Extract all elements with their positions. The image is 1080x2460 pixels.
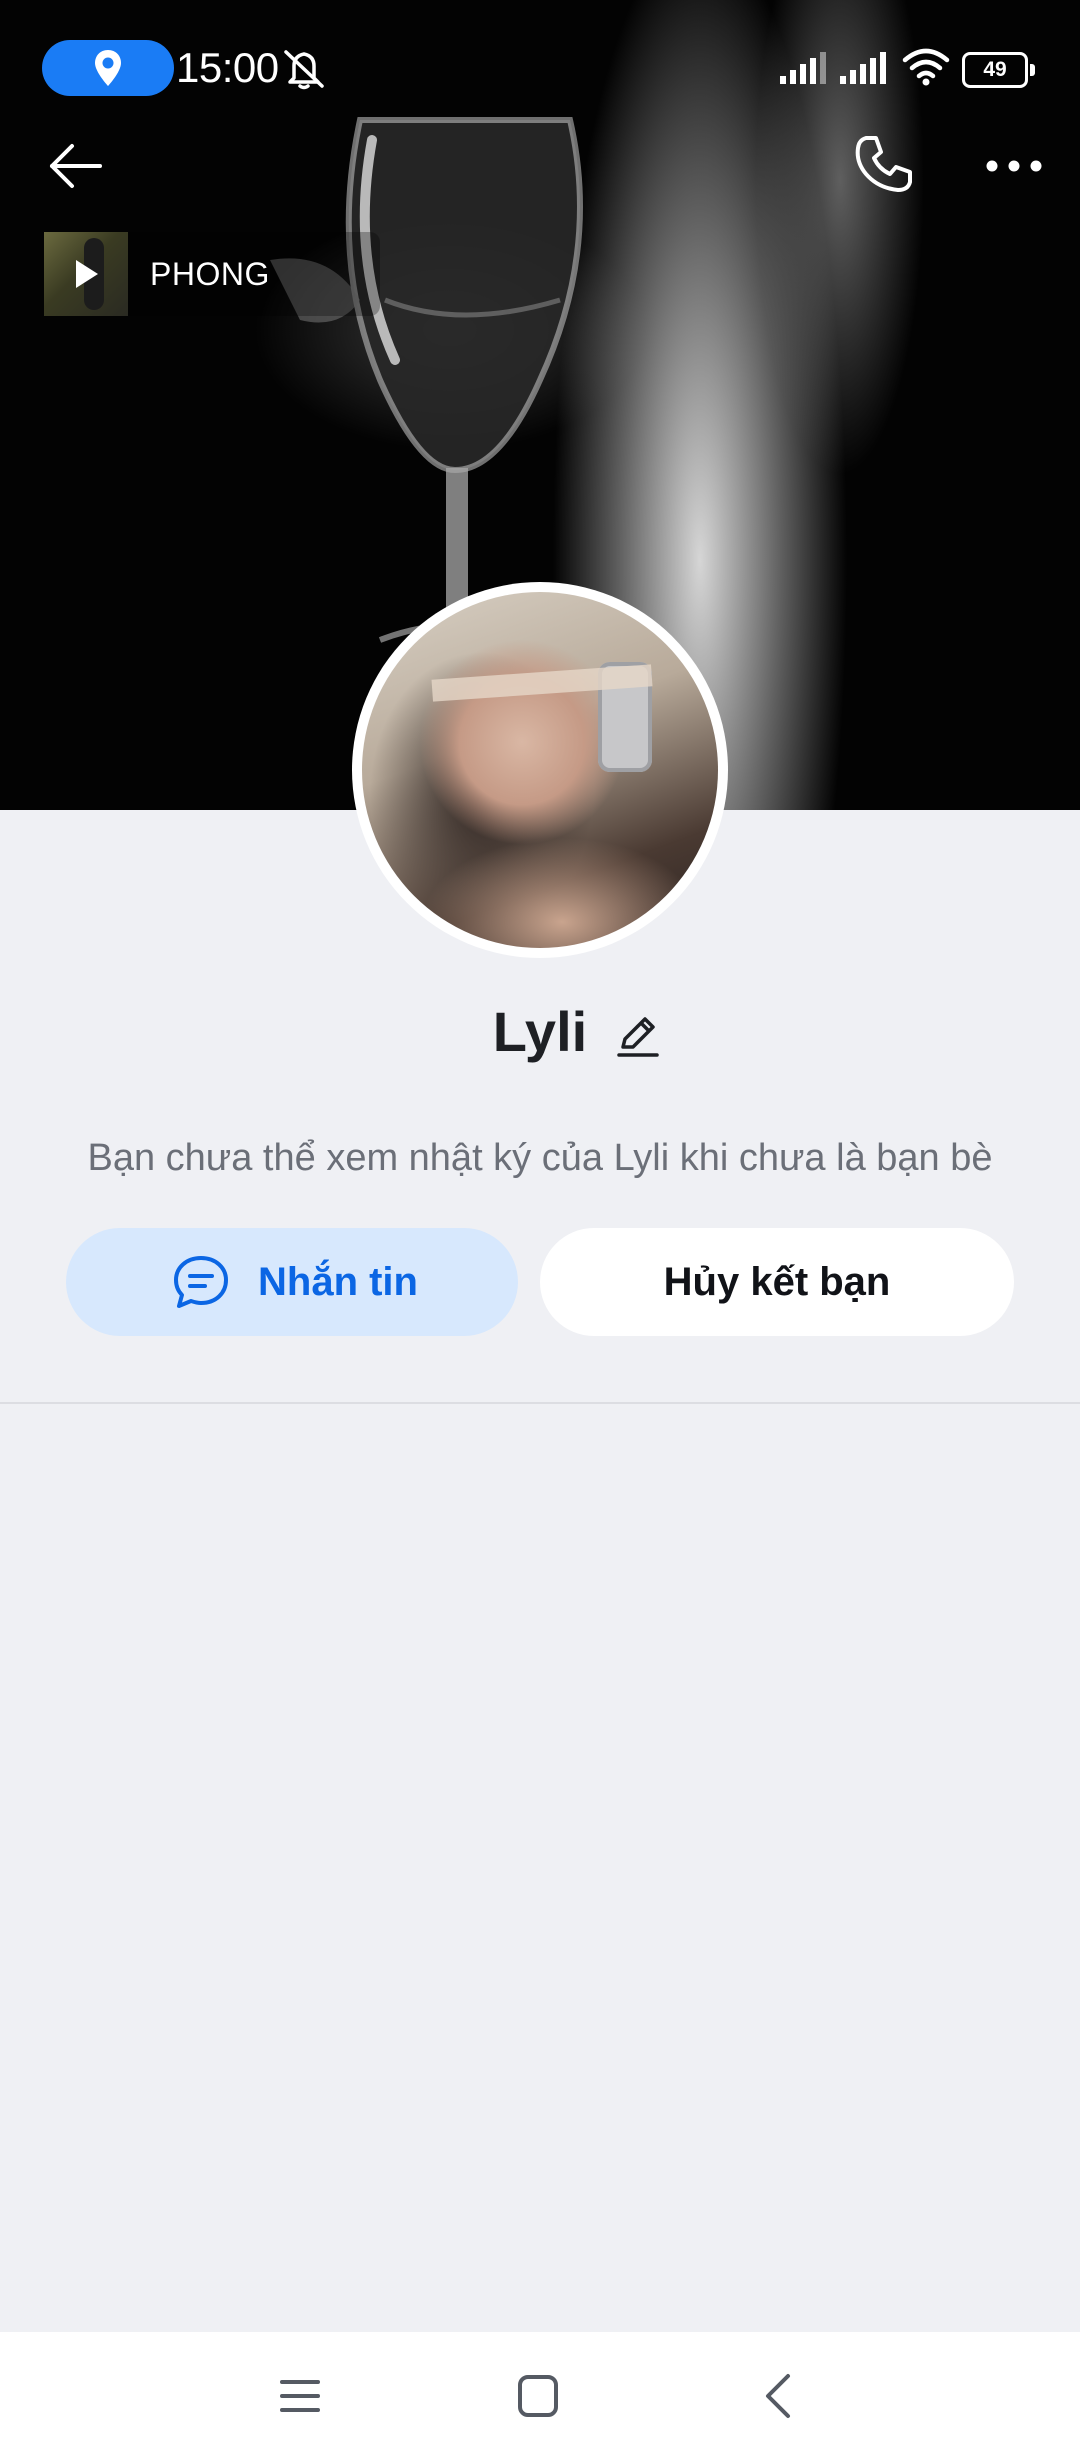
- music-title: PHONG: [150, 256, 270, 292]
- play-icon: [76, 260, 98, 288]
- status-time: 15:00: [176, 44, 279, 91]
- more-button[interactable]: [978, 130, 1050, 202]
- avatar-photo: [362, 592, 718, 948]
- unfriend-button-label: Hủy kết bạn: [663, 1260, 891, 1304]
- recent-apps-button[interactable]: [264, 2360, 336, 2432]
- location-icon: [95, 50, 121, 86]
- signal-icon: [780, 52, 826, 84]
- call-button[interactable]: [848, 128, 920, 200]
- profile-name: Lyli: [492, 1000, 588, 1063]
- home-icon: [518, 2375, 558, 2417]
- music-thumbnail: [44, 232, 128, 316]
- system-nav-bar: [0, 2332, 1080, 2460]
- menu-icon: [280, 2380, 320, 2412]
- battery-icon: 49: [962, 52, 1035, 88]
- profile-screen: 15:00 49 PHONG Lyli Bạn chưa thể xem nhậ…: [0, 0, 1080, 2460]
- location-pill[interactable]: [42, 40, 174, 96]
- back-icon: [766, 2374, 790, 2418]
- back-button[interactable]: [40, 130, 112, 202]
- profile-music[interactable]: PHONG: [44, 232, 380, 316]
- unfriend-button[interactable]: Hủy kết bạn: [540, 1228, 1014, 1336]
- home-button[interactable]: [502, 2360, 574, 2432]
- status-bar: 15:00 49: [0, 0, 1080, 130]
- chat-icon: [174, 1256, 228, 1308]
- message-button[interactable]: Nhắn tin: [66, 1228, 518, 1336]
- profile-name-row: Lyli: [0, 996, 1080, 1068]
- edit-name-button[interactable]: [611, 1006, 663, 1058]
- section-divider: [0, 1402, 1080, 1404]
- phone-icon: [855, 136, 912, 192]
- wifi-icon: [902, 48, 950, 86]
- system-back-button[interactable]: [744, 2360, 816, 2432]
- privacy-info-text: Bạn chưa thể xem nhật ký của Lyli khi ch…: [87, 1137, 993, 1179]
- message-button-label: Nhắn tin: [258, 1260, 418, 1304]
- signal-icon: [840, 52, 886, 84]
- avatar[interactable]: [352, 582, 728, 958]
- back-arrow-icon: [50, 144, 102, 188]
- more-icon: [986, 160, 1042, 172]
- mute-icon: [284, 50, 324, 90]
- pencil-icon: [617, 1017, 659, 1057]
